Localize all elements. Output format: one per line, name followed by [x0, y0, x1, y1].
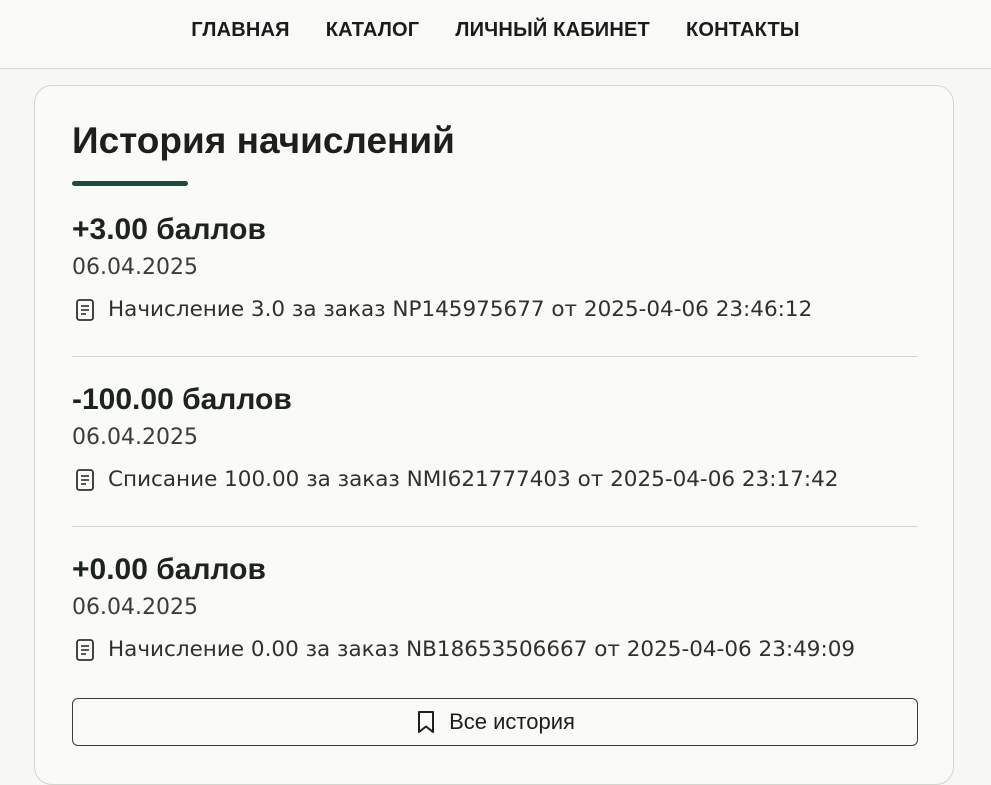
bookmark-icon — [418, 711, 435, 733]
document-icon — [76, 639, 94, 661]
divider — [72, 526, 918, 527]
document-icon — [76, 469, 94, 491]
history-entry: +0.00 баллов 06.04.2025 Начисление 0.00 … — [72, 552, 918, 664]
entry-description: Начисление 3.0 за заказ NP145975677 от 2… — [108, 297, 813, 322]
nav-link-contacts[interactable]: КОНТАКТЫ — [668, 19, 818, 42]
nav-link-home[interactable]: ГЛАВНАЯ — [173, 19, 307, 42]
history-entry: +3.00 баллов 06.04.2025 Начисление 3.0 з… — [72, 212, 918, 324]
top-navigation: ГЛАВНАЯ КАТАЛОГ ЛИЧНЫЙ КАБИНЕТ КОНТАКТЫ — [0, 0, 991, 69]
entry-date: 06.04.2025 — [72, 425, 198, 450]
points-amount: +0.00 баллов — [72, 553, 266, 586]
points-history-card: История начислений +3.00 баллов 06.04.20… — [34, 85, 954, 785]
nav-link-catalog[interactable]: КАТАЛОГ — [308, 19, 438, 42]
title-underline — [72, 181, 188, 186]
entry-description: Списание 100.00 за заказ NMI621777403 от… — [108, 467, 839, 492]
points-amount: +3.00 баллов — [72, 213, 266, 246]
entry-description: Начисление 0.00 за заказ NB18653506667 о… — [108, 637, 856, 662]
divider — [72, 356, 918, 357]
all-history-label: Все история — [449, 709, 575, 734]
nav-menu: ГЛАВНАЯ КАТАЛОГ ЛИЧНЫЙ КАБИНЕТ КОНТАКТЫ — [173, 19, 817, 42]
nav-link-account[interactable]: ЛИЧНЫЙ КАБИНЕТ — [437, 19, 668, 42]
entry-date: 06.04.2025 — [72, 595, 198, 620]
history-entry: -100.00 баллов 06.04.2025 Списание 100.0… — [72, 382, 918, 494]
entry-description-row: Начисление 0.00 за заказ NB18653506667 о… — [72, 636, 918, 664]
points-amount: -100.00 баллов — [72, 383, 292, 416]
entry-description-row: Списание 100.00 за заказ NMI621777403 от… — [72, 466, 918, 494]
page-title: История начислений — [72, 120, 455, 161]
entry-description-row: Начисление 3.0 за заказ NP145975677 от 2… — [72, 296, 918, 324]
all-history-button[interactable]: Все история — [72, 698, 918, 746]
document-icon — [76, 299, 94, 321]
entry-date: 06.04.2025 — [72, 255, 198, 280]
